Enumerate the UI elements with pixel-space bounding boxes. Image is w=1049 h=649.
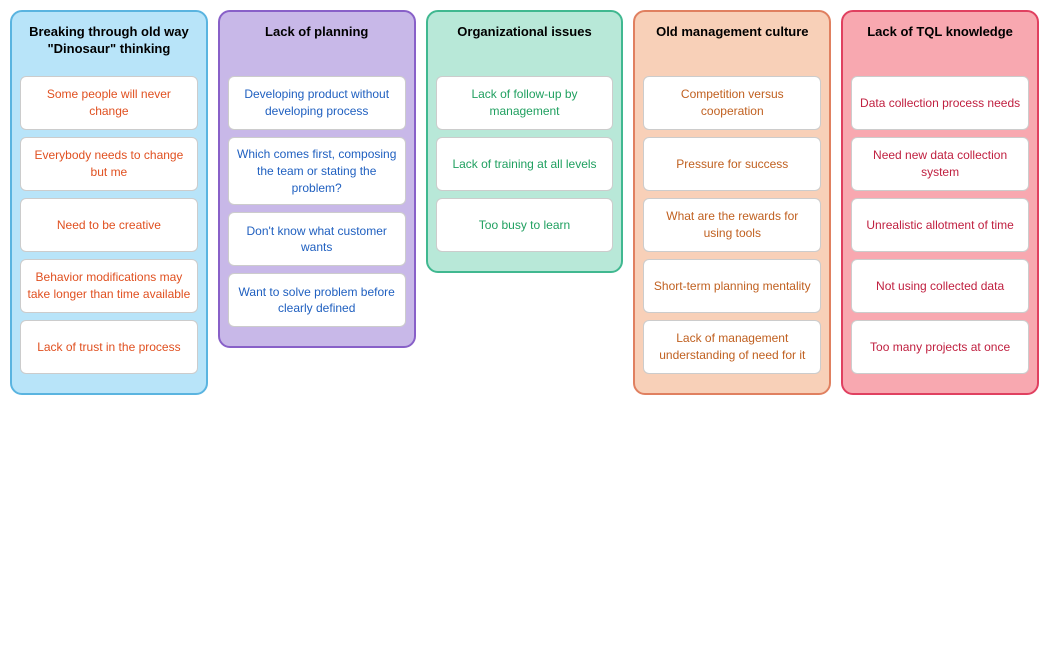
- column-5: Lack of TQL knowledge Data collection pro…: [841, 10, 1039, 395]
- column-1: Breaking through old way "Dinosaur" thin…: [10, 10, 208, 395]
- card-3-1[interactable]: Lack of follow-up by management: [436, 76, 614, 130]
- card-5-3[interactable]: Unrealistic allotment of time: [851, 198, 1029, 252]
- card-5-4[interactable]: Not using collected data: [851, 259, 1029, 313]
- card-5-5[interactable]: Too many projects at once: [851, 320, 1029, 374]
- kanban-board: Breaking through old way "Dinosaur" thin…: [10, 10, 1039, 395]
- column-header-4: Old management culture: [643, 20, 821, 68]
- card-2-3[interactable]: Don't know what customer wants: [228, 212, 406, 266]
- column-3: Organizational issues Lack of follow-up b…: [426, 10, 624, 273]
- card-2-1[interactable]: Developing product without developing pr…: [228, 76, 406, 130]
- card-1-2[interactable]: Everybody needs to change but me: [20, 137, 198, 191]
- card-4-1[interactable]: Competition versus cooperation: [643, 76, 821, 130]
- card-4-5[interactable]: Lack of management understanding of need…: [643, 320, 821, 374]
- column-header-3: Organizational issues: [436, 20, 614, 68]
- column-header-2: Lack of planning: [228, 20, 406, 68]
- card-5-1[interactable]: Data collection process needs: [851, 76, 1029, 130]
- card-1-1[interactable]: Some people will never change: [20, 76, 198, 130]
- card-5-2[interactable]: Need new data collection system: [851, 137, 1029, 191]
- card-3-3[interactable]: Too busy to learn: [436, 198, 614, 252]
- card-2-2[interactable]: Which comes first, composing the team or…: [228, 137, 406, 205]
- column-2: Lack of planning Developing product witho…: [218, 10, 416, 348]
- column-header-1: Breaking through old way "Dinosaur" thin…: [20, 20, 198, 68]
- card-2-4[interactable]: Want to solve problem before clearly def…: [228, 273, 406, 327]
- column-header-5: Lack of TQL knowledge: [851, 20, 1029, 68]
- card-1-4[interactable]: Behavior modifications may take longer t…: [20, 259, 198, 313]
- card-4-3[interactable]: What are the rewards for using tools: [643, 198, 821, 252]
- card-1-5[interactable]: Lack of trust in the process: [20, 320, 198, 374]
- card-1-3[interactable]: Need to be creative: [20, 198, 198, 252]
- column-4: Old management culture Competition versus…: [633, 10, 831, 395]
- card-3-2[interactable]: Lack of training at all levels: [436, 137, 614, 191]
- card-4-2[interactable]: Pressure for success: [643, 137, 821, 191]
- card-4-4[interactable]: Short-term planning mentality: [643, 259, 821, 313]
